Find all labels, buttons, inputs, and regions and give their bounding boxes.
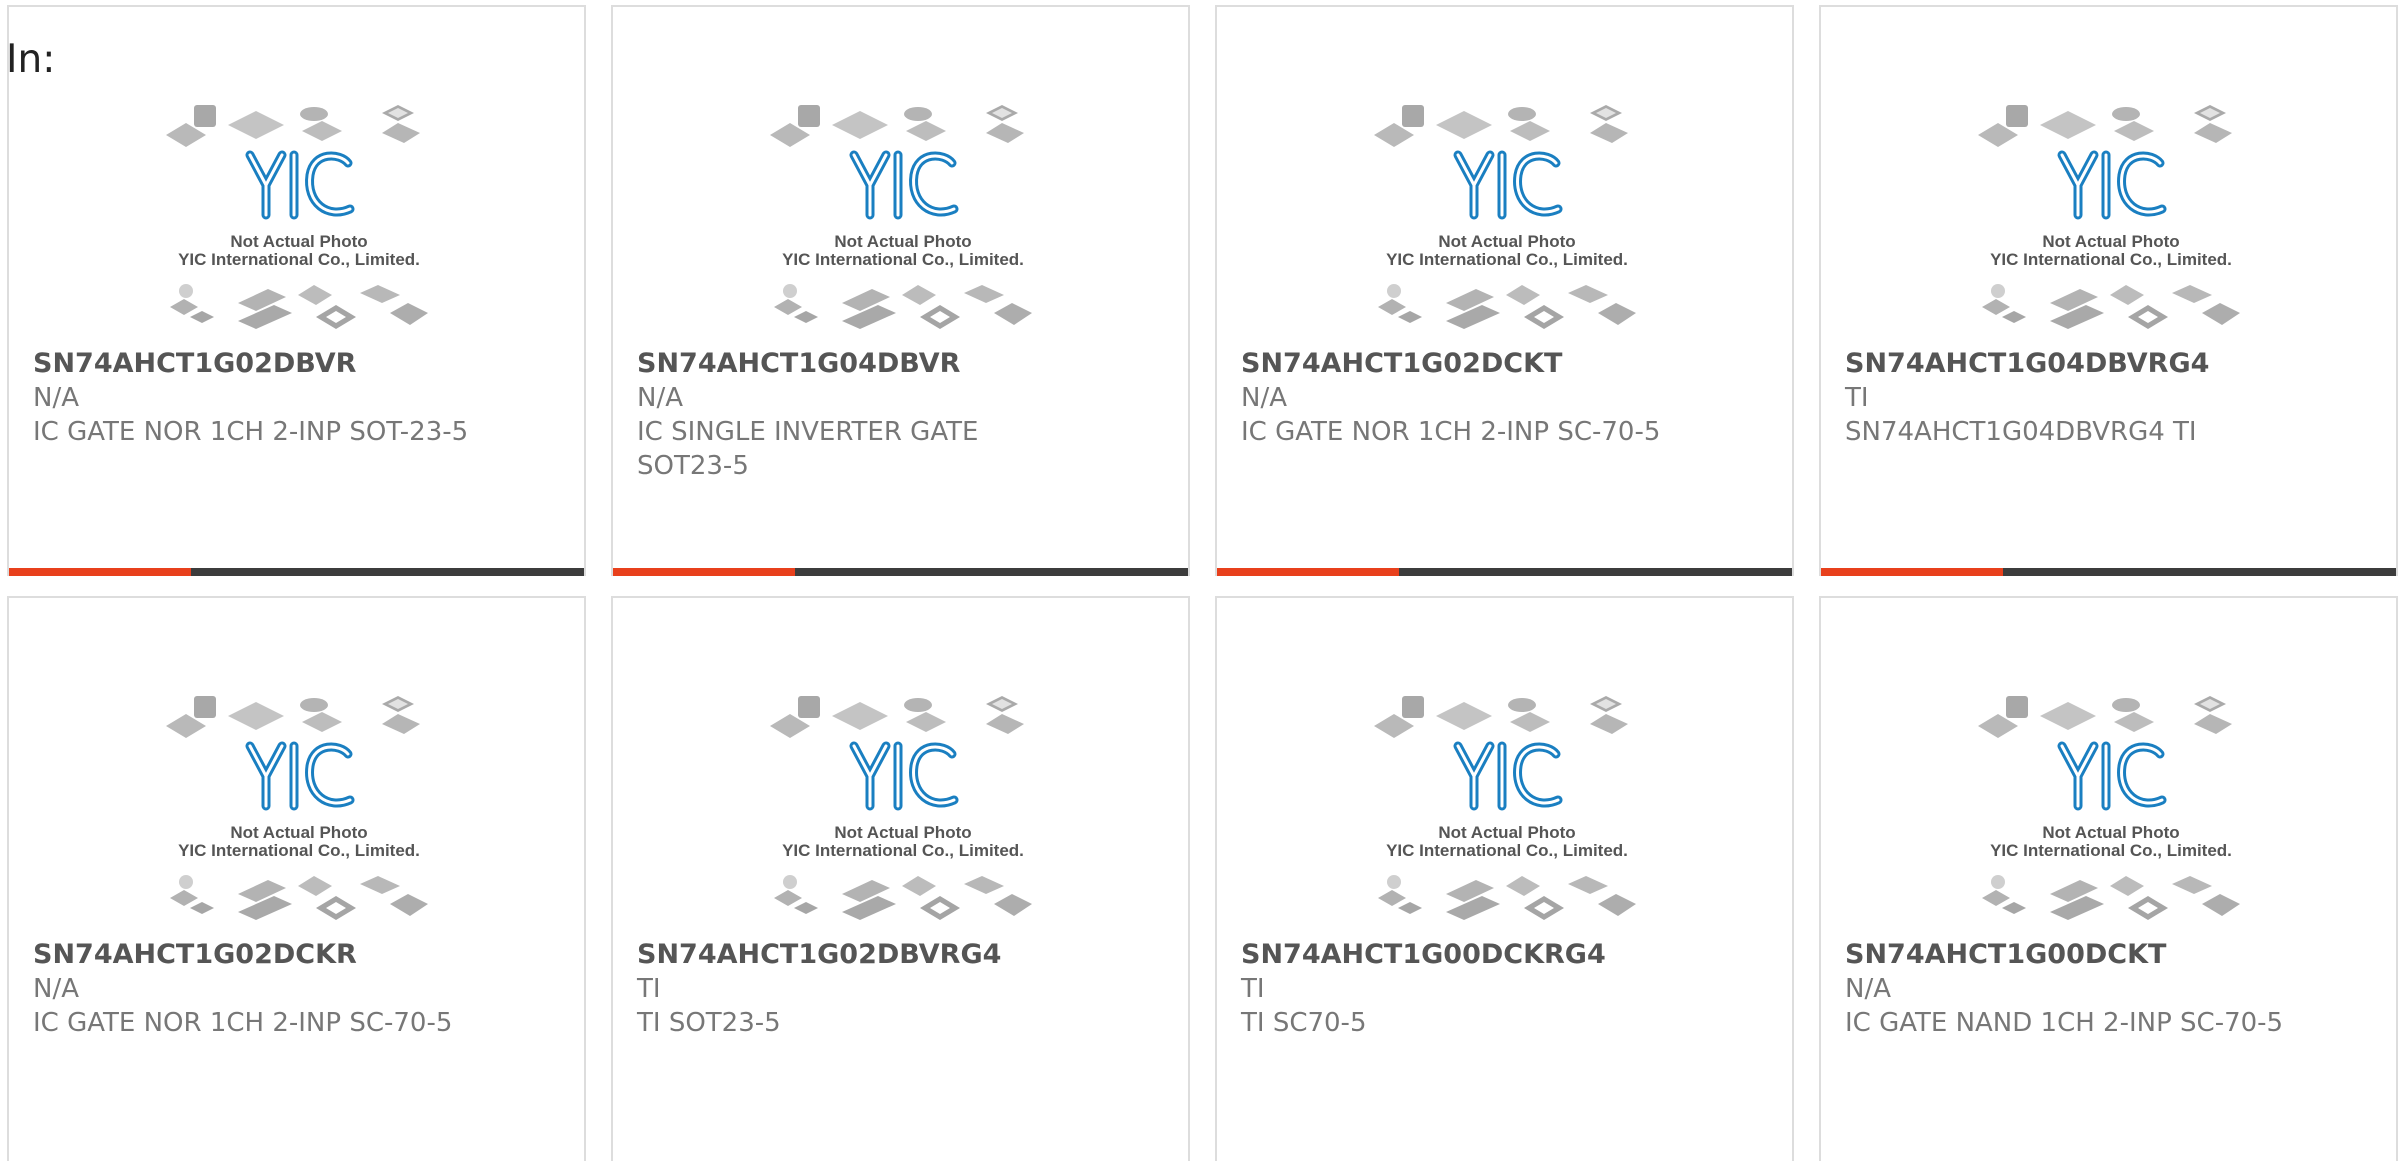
description: TI SC70-5 [1241, 1008, 1367, 1038]
svg-text:Not Actual Photo: Not Actual Photo [230, 232, 367, 251]
manufacturer: N/A [33, 974, 79, 1004]
product-info: SN74AHCT1G00DCKT N/A IC GATE NAND 1CH 2-… [1845, 938, 2285, 1040]
svg-text:YIC International Co., Limited: YIC International Co., Limited. [1386, 250, 1628, 269]
product-info: SN74AHCT1G02DBVRG4 TI TI SOT23-5 [637, 938, 1077, 1040]
placeholder-image: Not Actual Photo YIC International Co., … [1374, 105, 1636, 329]
product-info: SN74AHCT1G02DBVR N/A IC GATE NOR 1CH 2-I… [33, 347, 473, 449]
product-thumbnail[interactable]: Not Actual Photo YIC International Co., … [164, 99, 434, 339]
svg-text:YIC International Co., Limited: YIC International Co., Limited. [178, 841, 420, 860]
product-thumbnail[interactable]: Not Actual Photo YIC International Co., … [768, 690, 1038, 930]
description: IC GATE NOR 1CH 2-INP SC-70-5 [33, 1008, 453, 1038]
product-listing-page: Not Actual Photo YIC International Co., … [0, 0, 2400, 1161]
part-number-link[interactable]: SN74AHCT1G02DBVR [33, 347, 473, 381]
svg-text:YIC International Co., Limited: YIC International Co., Limited. [782, 250, 1024, 269]
placeholder-image: Not Actual Photo YIC International Co., … [1374, 696, 1636, 920]
placeholder-image: Not Actual Photo YIC International Co., … [1978, 105, 2240, 329]
description: IC GATE NOR 1CH 2-INP SOT-23-5 [33, 417, 469, 447]
section-label: In: [6, 37, 56, 82]
manufacturer: TI [637, 974, 661, 1004]
manufacturer: N/A [1845, 974, 1891, 1004]
product-info: SN74AHCT1G02DCKT N/A IC GATE NOR 1CH 2-I… [1241, 347, 1681, 449]
part-number-link[interactable]: SN74AHCT1G02DCKR [33, 938, 473, 972]
svg-text:Not Actual Photo: Not Actual Photo [2042, 823, 2179, 842]
manufacturer: N/A [637, 383, 683, 413]
svg-text:YIC International Co., Limited: YIC International Co., Limited. [1990, 250, 2232, 269]
part-number-link[interactable]: SN74AHCT1G02DBVRG4 [637, 938, 1077, 972]
part-number-link[interactable]: SN74AHCT1G04DBVR [637, 347, 1077, 381]
svg-text:YIC International Co., Limited: YIC International Co., Limited. [1386, 841, 1628, 860]
product-card[interactable]: Not Actual Photo YIC International Co., … [611, 596, 1190, 1161]
svg-text:Not Actual Photo: Not Actual Photo [2042, 232, 2179, 251]
product-card[interactable]: Not Actual Photo YIC International Co., … [1819, 5, 2398, 576]
product-thumbnail[interactable]: Not Actual Photo YIC International Co., … [1372, 690, 1642, 930]
description: IC GATE NAND 1CH 2-INP SC-70-5 [1845, 1008, 2284, 1038]
product-info: SN74AHCT1G00DCKRG4 TI TI SC70-5 [1241, 938, 1681, 1040]
svg-text:Not Actual Photo: Not Actual Photo [1438, 823, 1575, 842]
svg-text:YIC International Co., Limited: YIC International Co., Limited. [178, 250, 420, 269]
manufacturer: TI [1241, 974, 1265, 1004]
product-info: SN74AHCT1G04DBVRG4 TI SN74AHCT1G04DBVRG4… [1845, 347, 2285, 449]
product-thumbnail[interactable]: Not Actual Photo YIC International Co., … [1976, 99, 2246, 339]
product-card[interactable]: Not Actual Photo YIC International Co., … [1215, 5, 1794, 576]
product-thumbnail[interactable]: Not Actual Photo YIC International Co., … [1372, 99, 1642, 339]
card-bottom-bar [1217, 568, 1792, 576]
product-card[interactable]: Not Actual Photo YIC International Co., … [1215, 596, 1794, 1161]
part-number-link[interactable]: SN74AHCT1G00DCKRG4 [1241, 938, 1681, 972]
product-info: SN74AHCT1G02DCKR N/A IC GATE NOR 1CH 2-I… [33, 938, 473, 1040]
svg-text:Not Actual Photo: Not Actual Photo [1438, 232, 1575, 251]
description: IC SINGLE INVERTER GATE SOT23-5 [637, 417, 979, 481]
product-card[interactable]: Not Actual Photo YIC International Co., … [7, 5, 586, 576]
manufacturer: TI [1845, 383, 1869, 413]
card-bottom-bar [1821, 568, 2396, 576]
manufacturer: N/A [1241, 383, 1287, 413]
part-number-link[interactable]: SN74AHCT1G02DCKT [1241, 347, 1681, 381]
svg-text:Not Actual Photo: Not Actual Photo [230, 823, 367, 842]
placeholder-image: Not Actual Photo YIC International Co., … [166, 105, 428, 329]
placeholder-image: Not Actual Photo YIC International Co., … [770, 696, 1032, 920]
svg-text:Not Actual Photo: Not Actual Photo [834, 823, 971, 842]
placeholder-image: Not Actual Photo YIC International Co., … [1978, 696, 2240, 920]
manufacturer: N/A [33, 383, 79, 413]
svg-text:YIC International Co., Limited: YIC International Co., Limited. [782, 841, 1024, 860]
part-number-link[interactable]: SN74AHCT1G04DBVRG4 [1845, 347, 2285, 381]
product-grid: Not Actual Photo YIC International Co., … [7, 5, 2400, 1161]
product-thumbnail[interactable]: Not Actual Photo YIC International Co., … [1976, 690, 2246, 930]
part-number-link[interactable]: SN74AHCT1G00DCKT [1845, 938, 2285, 972]
product-info: SN74AHCT1G04DBVR N/A IC SINGLE INVERTER … [637, 347, 1077, 483]
card-bottom-bar [613, 568, 1188, 576]
product-thumbnail[interactable]: Not Actual Photo YIC International Co., … [768, 99, 1038, 339]
description: SN74AHCT1G04DBVRG4 TI [1845, 417, 2197, 447]
card-bottom-bar [9, 568, 584, 576]
svg-text:Not Actual Photo: Not Actual Photo [834, 232, 971, 251]
description: IC GATE NOR 1CH 2-INP SC-70-5 [1241, 417, 1661, 447]
product-card[interactable]: Not Actual Photo YIC International Co., … [7, 596, 586, 1161]
product-card[interactable]: Not Actual Photo YIC International Co., … [1819, 596, 2398, 1161]
svg-text:YIC International Co., Limited: YIC International Co., Limited. [1990, 841, 2232, 860]
description: TI SOT23-5 [637, 1008, 781, 1038]
placeholder-image: Not Actual Photo YIC International Co., … [166, 696, 428, 920]
product-card[interactable]: Not Actual Photo YIC International Co., … [611, 5, 1190, 576]
product-thumbnail[interactable]: Not Actual Photo YIC International Co., … [164, 690, 434, 930]
placeholder-image: Not Actual Photo YIC International Co., … [770, 105, 1032, 329]
